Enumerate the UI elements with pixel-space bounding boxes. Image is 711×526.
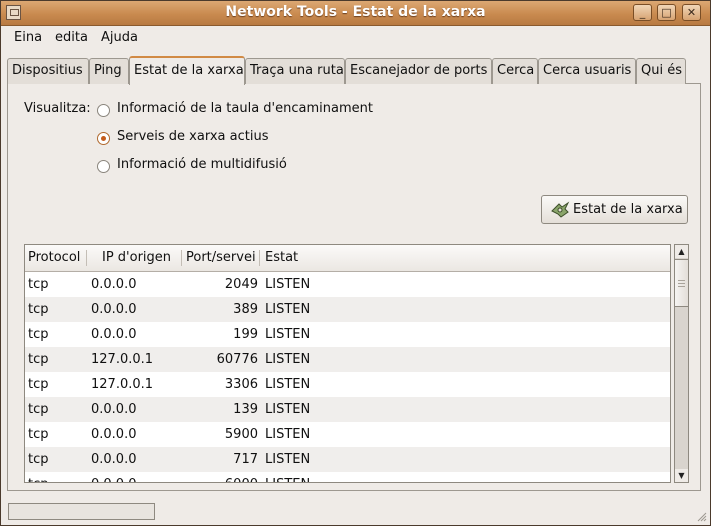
table-row[interactable]: tcp 0.0.0.0 717 LISTEN xyxy=(25,447,670,472)
title-bar[interactable]: Network Tools - Estat de la xarxa _ □ ✕ xyxy=(1,1,710,26)
cell-state: LISTEN xyxy=(265,452,311,467)
cell-source-ip: 0.0.0.0 xyxy=(91,302,137,317)
cell-source-ip: 127.0.0.1 xyxy=(91,352,154,367)
cell-port: 60776 xyxy=(216,352,258,367)
menu-bar: Eina edita Ajuda xyxy=(1,26,710,50)
cell-port: 717 xyxy=(233,452,258,467)
view-label: Visualitza: xyxy=(24,101,91,116)
close-button[interactable]: ✕ xyxy=(682,4,701,21)
cell-state: LISTEN xyxy=(265,377,311,392)
network-status-button-label: Estat de la xarxa xyxy=(573,202,683,217)
menu-eina[interactable]: Eina xyxy=(14,30,42,45)
cell-protocol: tcp xyxy=(28,327,49,342)
tab-ping[interactable]: Ping xyxy=(89,58,129,84)
radio-label: Informació de multidifusió xyxy=(117,157,287,172)
cell-state: LISTEN xyxy=(265,427,311,442)
gear-icon xyxy=(551,201,570,218)
radio-label: Informació de la taula d'encaminament xyxy=(117,101,373,116)
cell-protocol: tcp xyxy=(28,277,49,292)
cell-port: 389 xyxy=(233,302,258,317)
tab-dispositius[interactable]: Dispositius xyxy=(7,58,89,84)
radio-label: Serveis de xarxa actius xyxy=(117,129,269,144)
table-row[interactable]: tcp 0.0.0.0 6000 LISTEN xyxy=(25,472,670,482)
table-row[interactable]: tcp 0.0.0.0 199 LISTEN xyxy=(25,322,670,347)
radio-button-selected[interactable] xyxy=(97,132,110,145)
window-title: Network Tools - Estat de la xarxa xyxy=(225,4,486,20)
maximize-button[interactable]: □ xyxy=(657,4,676,21)
cell-protocol: tcp xyxy=(28,427,49,442)
status-bar xyxy=(8,503,155,520)
cell-state: LISTEN xyxy=(265,327,311,342)
vertical-scrollbar[interactable]: ▲ ▼ xyxy=(674,244,689,483)
cell-protocol: tcp xyxy=(28,472,49,482)
table-row[interactable]: tcp 127.0.0.1 3306 LISTEN xyxy=(25,372,670,397)
services-table: Protocol IP d'origen Port/servei Estat t… xyxy=(24,244,671,483)
resize-grip-icon[interactable] xyxy=(695,510,707,522)
cell-port: 3306 xyxy=(224,377,258,392)
table-row[interactable]: tcp 127.0.0.1 60776 LISTEN xyxy=(25,347,670,372)
cell-state: LISTEN xyxy=(265,472,310,482)
cell-protocol: tcp xyxy=(28,302,49,317)
scroll-thumb[interactable] xyxy=(675,259,688,307)
cell-source-ip: 127.0.0.1 xyxy=(91,377,154,392)
menu-edita[interactable]: edita xyxy=(55,30,88,45)
tab-traca-una-ruta[interactable]: Traça una ruta xyxy=(245,58,345,84)
column-source-ip[interactable]: IP d'origen xyxy=(102,245,171,271)
table-row[interactable]: tcp 0.0.0.0 2049 LISTEN xyxy=(25,272,670,297)
cell-state: LISTEN xyxy=(265,402,311,417)
table-row[interactable]: tcp 0.0.0.0 389 LISTEN xyxy=(25,297,670,322)
network-status-button[interactable]: Estat de la xarxa xyxy=(541,195,688,224)
cell-port: 5900 xyxy=(224,427,258,442)
tab-cerca[interactable]: Cerca xyxy=(492,58,538,84)
cell-state: LISTEN xyxy=(265,302,311,317)
cell-state: LISTEN xyxy=(265,277,311,292)
column-port-service[interactable]: Port/servei xyxy=(186,245,256,271)
radio-button[interactable] xyxy=(97,160,110,173)
table-row[interactable]: tcp 0.0.0.0 139 LISTEN xyxy=(25,397,670,422)
cell-source-ip: 0.0.0.0 xyxy=(91,327,137,342)
radio-button[interactable] xyxy=(97,104,110,117)
cell-port: 6000 xyxy=(198,472,258,482)
cell-port: 199 xyxy=(233,327,258,342)
tab-qui-es[interactable]: Qui és xyxy=(636,58,686,84)
minimize-button[interactable]: _ xyxy=(633,4,652,21)
tab-escanejador-de-ports[interactable]: Escanejador de ports xyxy=(345,58,492,84)
cell-port: 139 xyxy=(233,402,258,417)
app-window: Network Tools - Estat de la xarxa _ □ ✕ … xyxy=(0,0,711,526)
cell-protocol: tcp xyxy=(28,352,49,367)
column-protocol[interactable]: Protocol xyxy=(28,245,80,271)
table-row[interactable]: tcp 0.0.0.0 5900 LISTEN xyxy=(25,422,670,447)
cell-source-ip: 0.0.0.0 xyxy=(91,277,137,292)
scroll-down-arrow-icon[interactable]: ▼ xyxy=(675,469,688,482)
table-header: Protocol IP d'origen Port/servei Estat xyxy=(25,245,670,272)
cell-protocol: tcp xyxy=(28,402,49,417)
tab-cerca-usuaris[interactable]: Cerca usuaris xyxy=(538,58,636,84)
cell-state: LISTEN xyxy=(265,352,311,367)
cell-protocol: tcp xyxy=(28,377,49,392)
cell-source-ip: 0.0.0.0 xyxy=(91,472,136,482)
menu-ajuda[interactable]: Ajuda xyxy=(101,30,138,45)
cell-source-ip: 0.0.0.0 xyxy=(91,402,137,417)
cell-protocol: tcp xyxy=(28,452,49,467)
cell-source-ip: 0.0.0.0 xyxy=(91,427,137,442)
column-state[interactable]: Estat xyxy=(265,245,298,271)
tab-estat-de-la-xarxa[interactable]: Estat de la xarxa xyxy=(129,56,245,85)
tab-strip: Dispositius Ping Estat de la xarxa Traça… xyxy=(7,56,707,85)
cell-port: 2049 xyxy=(224,277,258,292)
cell-source-ip: 0.0.0.0 xyxy=(91,452,137,467)
scroll-up-arrow-icon[interactable]: ▲ xyxy=(675,245,688,258)
